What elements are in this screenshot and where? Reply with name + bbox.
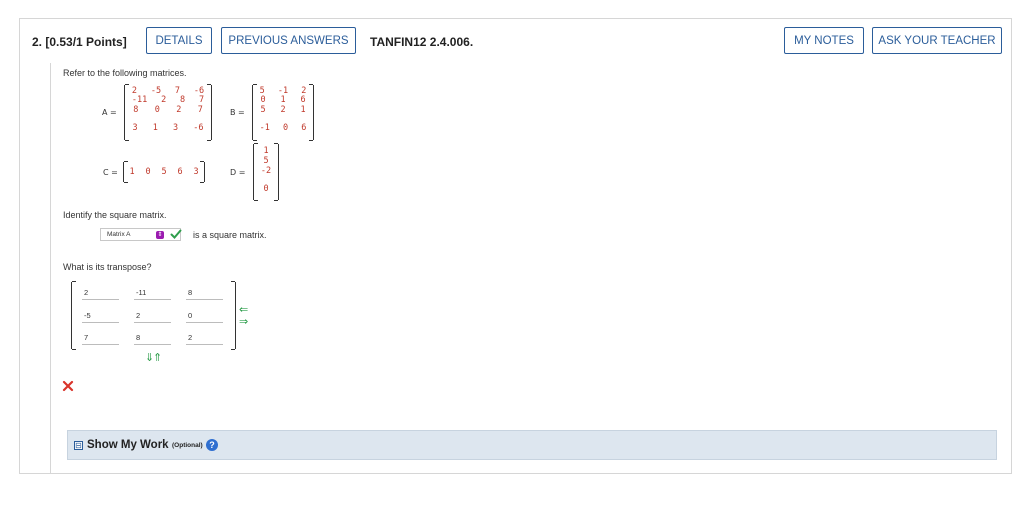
matrix-entry: 0 [145, 167, 151, 177]
matrix-entry: 3 [193, 167, 199, 177]
matrix-entry: 8 [180, 95, 186, 105]
ask-teacher-button[interactable]: ASK YOUR TEACHER [872, 27, 1002, 54]
matrix-entry: 5 [263, 156, 269, 166]
matrix-row: -2 [254, 166, 278, 176]
matrix-entry: 1 [300, 105, 306, 115]
select-arrow-icon[interactable]: ⇕ [156, 231, 164, 239]
matrix-entry: 7 [198, 95, 205, 105]
check-icon [170, 229, 182, 239]
matrix-b: 5 -1 2 0 1 6 5 2 1 -1 0 6 [252, 84, 314, 141]
identify-prompt: Identify the square matrix. [63, 210, 167, 220]
matrix-entry: 6 [177, 167, 183, 177]
previous-answers-button[interactable]: PREVIOUS ANSWERS [221, 27, 356, 54]
matrix-c: 10563 [123, 161, 205, 183]
matrix-entry: 1 [263, 146, 269, 156]
matrix-entry: -6 [193, 123, 204, 133]
details-button[interactable]: DETAILS [146, 27, 212, 54]
transpose-cell-input[interactable] [134, 331, 171, 345]
transpose-cell-input[interactable] [134, 309, 171, 323]
matrix-entry: 5 [161, 167, 167, 177]
matrix-entry: 6 [301, 123, 307, 133]
transpose-cell-input[interactable] [186, 331, 223, 345]
transpose-matrix [71, 281, 236, 350]
question-code: TANFIN12 2.4.006. [370, 35, 474, 49]
matrix-a: 2 -5 7 -6 -11 2 8 7 8 0 2 7 3 1 3 -6 [124, 84, 212, 141]
matrix-entry: 2 [176, 105, 182, 115]
transpose-cell-input[interactable] [134, 286, 171, 300]
collapse-toggle-icon[interactable]: ⊟ [74, 441, 83, 450]
matrix-row: 5 [254, 156, 278, 166]
matrix-entry: 1 [129, 167, 135, 177]
matrix-entry: 0 [282, 123, 289, 133]
incorrect-x-icon [62, 380, 74, 392]
matrix-entry: -11 [131, 95, 148, 105]
transpose-cell-input[interactable] [186, 286, 223, 300]
matrix-entry: 8 [133, 105, 139, 115]
matrix-row: -11 2 8 7 [125, 95, 211, 105]
matrix-d-label: D = [230, 168, 246, 177]
matrix-row: 8 0 2 7 [125, 105, 211, 115]
matrix-row: 0 [254, 184, 278, 194]
add-column-right-arrow-icon[interactable]: ⇒ [239, 316, 248, 327]
show-my-work-label[interactable]: Show My Work [87, 439, 169, 451]
question-header: 2. [0.53/1 Points] DETAILS PREVIOUS ANSW… [20, 19, 1013, 63]
add-column-left-arrow-icon[interactable]: ⇐ [239, 304, 248, 315]
matrix-entry: 2 [280, 105, 286, 115]
matrix-entry: 6 [300, 95, 306, 105]
matrix-row: 3 1 3 -6 [125, 123, 211, 133]
square-matrix-select[interactable]: Matrix A [100, 228, 181, 241]
matrix-entry: 1 [280, 95, 286, 105]
intro-text: Refer to the following matrices. [63, 68, 187, 78]
help-icon[interactable]: ? [206, 439, 218, 451]
matrix-entry: 3 [172, 123, 179, 133]
show-my-work-bar[interactable]: ⊟ Show My Work (Optional) ? [67, 430, 997, 460]
transpose-cell-input[interactable] [82, 331, 119, 345]
matrix-entry: 7 [197, 105, 203, 115]
matrix-entry: 5 [260, 105, 266, 115]
matrix-row: 1 [254, 146, 278, 156]
matrix-row: 0 1 6 [253, 95, 313, 105]
matrix-entry: 1 [152, 123, 158, 133]
matrix-d: 1 5 -2 0 [253, 143, 279, 201]
matrix-a-label: A = [102, 108, 117, 117]
matrix-row: -1 0 6 [253, 123, 313, 133]
add-row-arrow-icon[interactable]: ⇑ [153, 352, 162, 363]
matrix-entry: 0 [263, 184, 269, 194]
matrix-row: 10563 [124, 167, 204, 177]
matrix-entry: 3 [132, 123, 138, 133]
transpose-cell-input[interactable] [82, 309, 119, 323]
matrix-entry: 0 [260, 95, 266, 105]
optional-label: (Optional) [172, 442, 203, 449]
square-suffix: is a square matrix. [193, 230, 267, 240]
matrix-b-label: B = [230, 108, 245, 117]
my-notes-button[interactable]: MY NOTES [784, 27, 864, 54]
matrix-row: 5 2 1 [253, 105, 313, 115]
matrix-entry: 2 [161, 95, 167, 105]
transpose-cell-input[interactable] [82, 286, 119, 300]
transpose-prompt: What is its transpose? [63, 262, 152, 272]
transpose-cell-input[interactable] [186, 309, 223, 323]
matrix-c-label: C = [103, 168, 118, 177]
question-title: 2. [0.53/1 Points] [32, 35, 127, 49]
matrix-entry: -2 [260, 166, 272, 176]
matrix-entry: -1 [259, 123, 270, 133]
matrix-entry: 0 [154, 105, 160, 115]
